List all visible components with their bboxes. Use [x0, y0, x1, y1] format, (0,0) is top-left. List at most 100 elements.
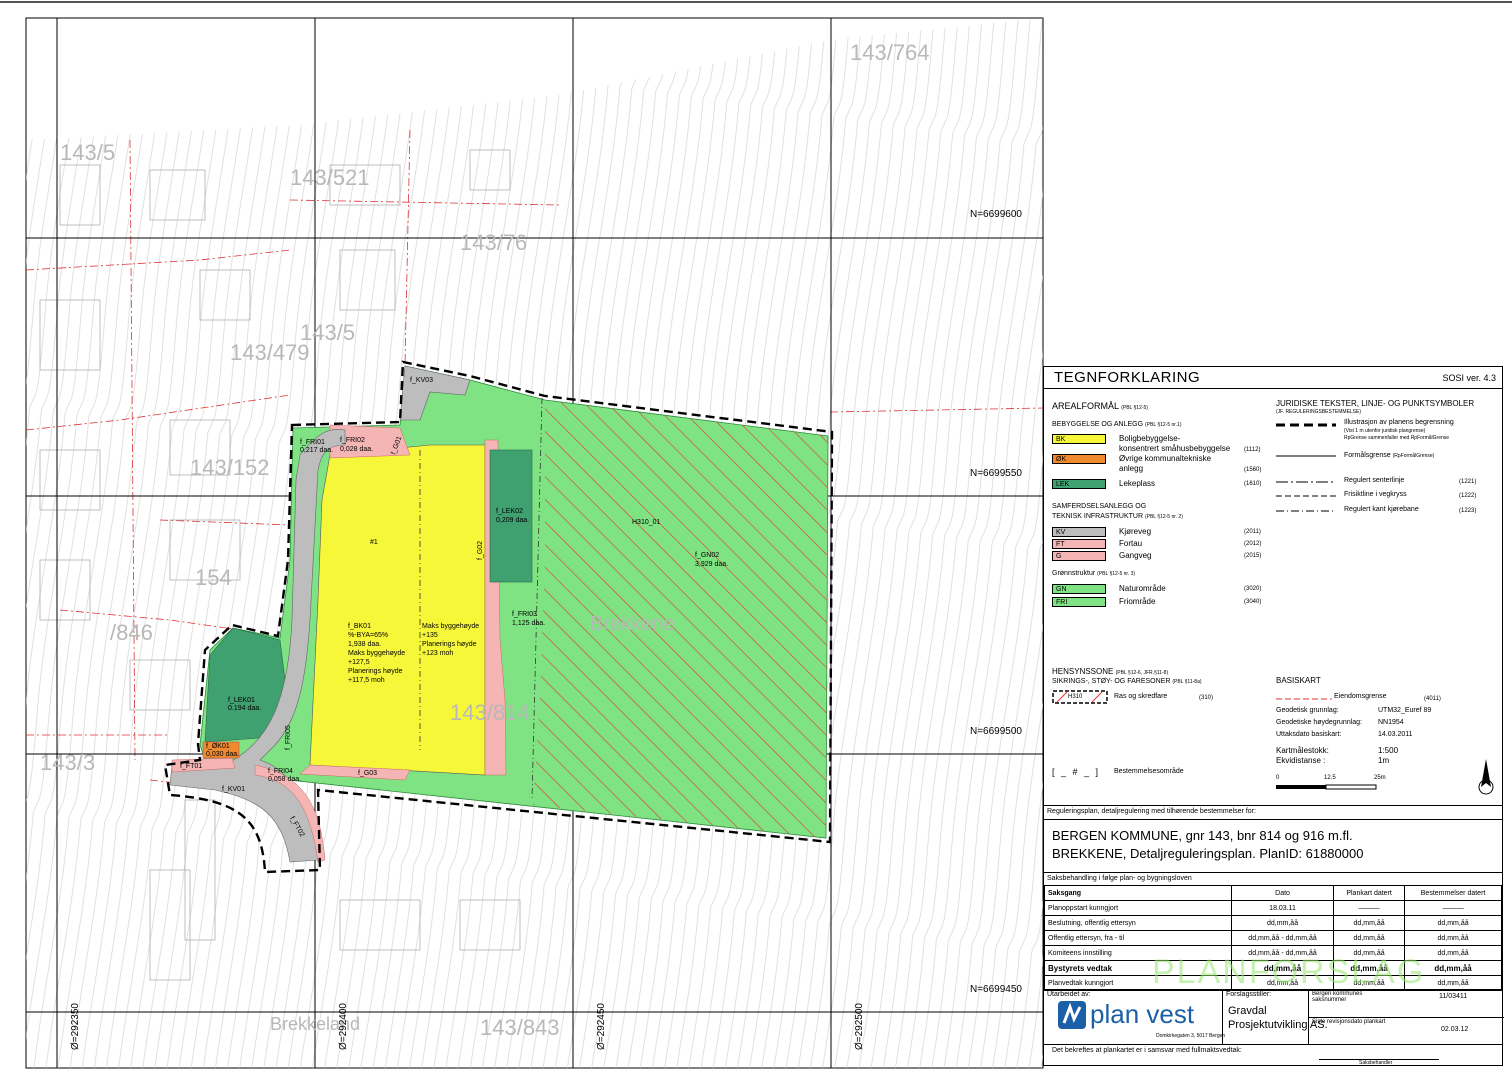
h310-code: H310	[1068, 694, 1083, 700]
bestemmelse-symbol: [ _ # _ ]	[1052, 767, 1101, 777]
sosi-version: SOSI ver. 4.3	[1442, 373, 1496, 383]
label-p143-479: 143/479	[230, 340, 310, 365]
label-h310: H310_01	[632, 519, 661, 526]
juridiske-heading: JURIDISKE TEKSTER, LINJE- OG PUNKTSYMBOL…	[1276, 399, 1475, 408]
swatch-fri: FRI	[1052, 597, 1106, 607]
north-arrow-icon	[1478, 759, 1494, 795]
illustrasjon-label2: (Vist 1 m utenfor juridisk plangrense)	[1344, 428, 1426, 434]
hensyn-heading: HENSYNSSONE (PBL §12-6, JFR.§11-8)	[1052, 667, 1169, 676]
label-bk01-e: Planerings høyde	[348, 668, 403, 675]
table-cell: ———	[1333, 900, 1406, 916]
code-3020: (3020)	[1244, 586, 1262, 592]
forslag-value: Gravdal	[1228, 1005, 1267, 1017]
label-p143-764: 143/764	[850, 40, 930, 65]
coord-e-500: Ø=292500	[854, 1003, 865, 1050]
code-3040: (3040)	[1244, 599, 1262, 605]
label-ok: Øvrige kommunaltekniske	[1119, 454, 1212, 463]
divider	[1044, 805, 1502, 806]
geo1-key: Geodetisk grunnlag:	[1276, 707, 1339, 714]
code-1221: (1221)	[1459, 479, 1477, 485]
label-plan-v: +123 moh	[422, 650, 453, 657]
label-plan: Planerings høyde	[422, 641, 477, 648]
ekvi-value: 1m	[1378, 756, 1390, 765]
label-fri02-area: 0,028 daa.	[340, 446, 373, 453]
label-p143-521: 143/521	[290, 165, 370, 190]
label-lek01: f_LEK01	[228, 697, 255, 704]
planvest-logo: plan vest	[1058, 999, 1194, 1033]
label-ok01: f_ØK01	[206, 743, 230, 750]
label-fri03: f_FRI03	[512, 611, 537, 618]
formalsgrense-symbol	[1276, 455, 1336, 457]
label-fri01: f_FRI01	[300, 439, 325, 446]
table-row: Beslutning, offentlig ettersyn dd,mm,åå dd…	[1044, 915, 1502, 931]
table-header: Bestemmelser datert	[1404, 885, 1502, 901]
swatch-kv: KV	[1052, 527, 1106, 537]
scale-2: 25m	[1374, 775, 1386, 781]
coord-n-500: N=6699500	[970, 726, 1022, 737]
bebyggelse-heading: BEBYGGELSE OG ANLEGG (PBL §12-5 nr.1)	[1052, 421, 1182, 428]
label-fri04-area: 0,058 daa.	[268, 776, 301, 783]
samferdsel-heading: SAMFERDSELSANLEGG OG	[1052, 503, 1147, 510]
label-fri04: f_FRI04	[268, 768, 293, 775]
saksnr-value: 11/03411	[1439, 993, 1468, 1000]
table-cell: Offentlig ettersyn, fra - til	[1044, 930, 1232, 946]
label-fri01-area: 0,217 daa.	[300, 447, 333, 454]
kant-label: Regulert kant kjørebane	[1344, 506, 1419, 513]
label-fri02: f_FRI02	[340, 437, 365, 444]
divider	[1044, 388, 1502, 389]
label-p143-76: 143/76	[460, 230, 527, 255]
label-g02: f_G02	[477, 541, 484, 560]
code-1560: (1560)	[1244, 467, 1262, 473]
table-cell: dd,mm,åå	[1230, 915, 1335, 931]
formalsgrense-label: Formålsgrense (RpFormålGrense)	[1344, 452, 1435, 459]
eiendom-label: Eiendomsgrense	[1334, 693, 1387, 700]
bekreft-label: Det bekreftes at plankartet er i samsvar…	[1052, 1047, 1242, 1054]
table-cell: dd,mm,åå	[1333, 930, 1406, 946]
frisikt-symbol	[1276, 495, 1336, 497]
swatch-lek: LEK	[1052, 479, 1106, 489]
label-p143-5: 143/5	[60, 140, 115, 165]
juridiske-ref: (JF. REGULERINGSBESTEMMELSE)	[1276, 409, 1362, 415]
planvest-logo-icon	[1058, 1001, 1086, 1029]
code-2015: (2015)	[1244, 553, 1262, 559]
label-gn02-area: 3,929 daa.	[695, 561, 728, 568]
label-bk01-f: +117,5 moh	[348, 677, 385, 684]
coord-n-450: N=6699450	[970, 984, 1022, 995]
label-lek01-area: 0.194 daa.	[228, 705, 261, 712]
label-lek02-area: 0,209 daa.	[496, 517, 529, 524]
arealformal-heading: AREALFORMÅL (PBL §12-5)	[1052, 401, 1148, 411]
label-gn: Naturområde	[1119, 584, 1166, 593]
code-4011: (4011)	[1424, 696, 1441, 702]
label-p143-814: 143/814	[450, 700, 530, 725]
table-header: Dato	[1230, 885, 1335, 901]
senterlinje-label: Regulert senterlinje	[1344, 477, 1405, 484]
scale-0: 0	[1276, 775, 1280, 781]
bestemmelse-label: Bestemmelsesområde	[1114, 768, 1184, 775]
frisikt-label: Frisiktline i vegkryss	[1344, 491, 1407, 498]
swatch-bk: BK	[1052, 434, 1106, 444]
geo3-value: 14.03.2011	[1378, 731, 1413, 738]
label-p143-152: 143/152	[190, 455, 270, 480]
regplan-heading: Reguleringsplan, detaljregulering med ti…	[1047, 808, 1256, 815]
logo-text: plan vest	[1090, 999, 1195, 1029]
label-gn02: f_GN02	[695, 552, 719, 559]
revisjon-label: Siste revisjonsdato plankart	[1312, 1019, 1386, 1025]
table-row: Offentlig ettersyn, fra - til dd,mm,åå - …	[1044, 930, 1502, 946]
ekvi-key: Ekvidistanse :	[1276, 756, 1326, 765]
table-row: Planoppstart kunngjort 18.03.11 ——— ———	[1044, 900, 1502, 916]
skala-key: Kartmålestokk:	[1276, 746, 1329, 755]
table-cell: Planoppstart kunngjort	[1044, 900, 1232, 916]
utarbeidet-label: Utarbeidet av:	[1047, 991, 1091, 998]
label-ft: Fortau	[1119, 539, 1143, 548]
code-1610: (1610)	[1244, 481, 1262, 487]
geo2-value: NN1954	[1378, 719, 1404, 726]
code-2012: (2012)	[1244, 541, 1262, 547]
label-fri05: f_FRI05	[285, 725, 292, 750]
label-brekkene: Brekkene	[590, 613, 675, 635]
label-ok2: anlegg	[1119, 464, 1144, 473]
divider	[1044, 872, 1502, 873]
skala-value: 1:500	[1378, 746, 1399, 755]
label-p143-843: 143/843	[480, 1015, 560, 1040]
label-bk01-id: #1	[370, 539, 378, 546]
label-kv01: f_KV01	[222, 786, 245, 793]
